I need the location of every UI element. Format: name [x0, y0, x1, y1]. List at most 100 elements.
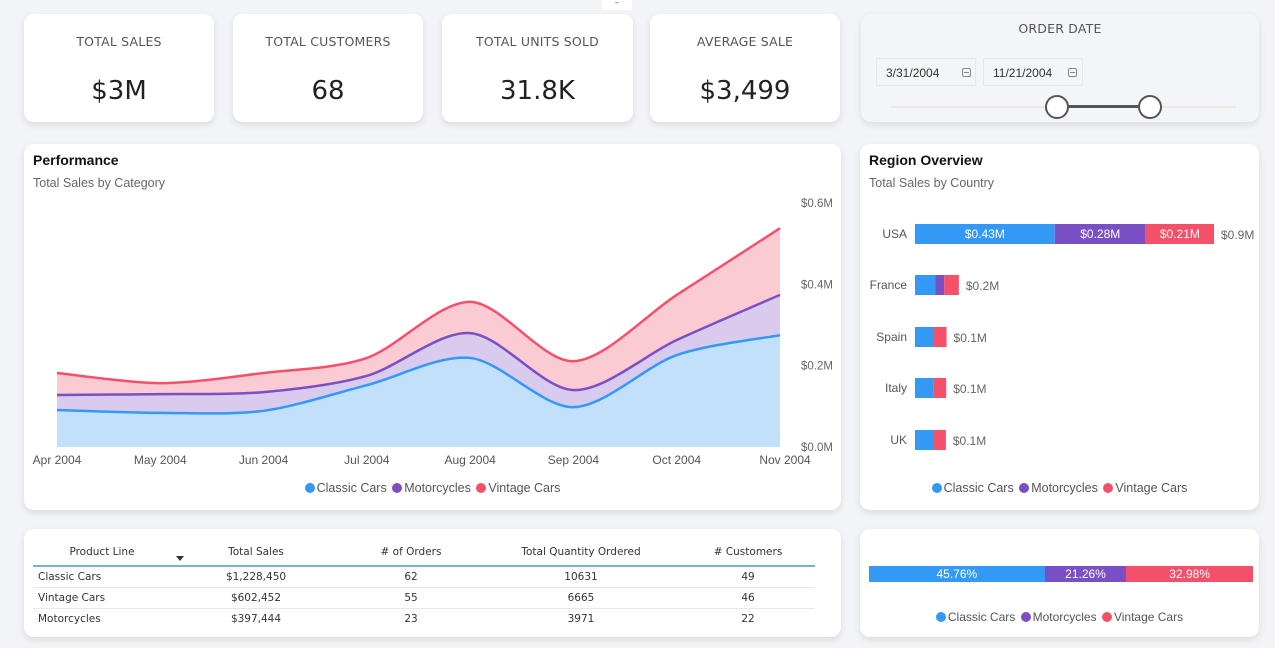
legend-dot-icon [1103, 483, 1114, 493]
bar-segment-vintage-cars[interactable] [933, 430, 946, 450]
legend-item-classic-cars[interactable]: Classic Cars [304, 481, 387, 495]
column-header-orders[interactable]: # of Orders [341, 539, 481, 567]
table-row[interactable]: Vintage Cars $602,452 55 6665 46 [33, 587, 815, 609]
performance-area-chart: $0.0M$0.2M$0.4M$0.6MApr 2004 May 2004 Jun … [33, 198, 833, 467]
calendar-icon[interactable] [1068, 68, 1077, 77]
legend-label: Classic Cars [947, 610, 1016, 624]
bar-data-label: $0.28M [1080, 227, 1120, 241]
bar-segment-classic-cars[interactable] [915, 327, 934, 347]
start-date-value: 3/31/2004 [886, 66, 940, 80]
x-tick-label: May 2004 [134, 453, 187, 467]
performance-card: Performance Total Sales by Category $0.0… [24, 144, 841, 510]
bar-data-label: $0.21M [1160, 227, 1200, 241]
legend-item-motorcycles[interactable]: Motorcycles [392, 481, 471, 495]
cell-total-sales: $397,444 [230, 612, 282, 625]
kpi-card-total-units-sold: TOTAL UNITS SOLD 31.8K [442, 14, 633, 122]
cell-orders: 23 [404, 612, 418, 625]
kpi-card-average-sale: AVERAGE SALE $3,499 [650, 14, 840, 122]
order-date-slicer: ORDER DATE 3/31/2004 11/21/2004 [861, 14, 1259, 122]
cell-orders: 62 [341, 566, 481, 588]
legend-item-vintage-cars[interactable]: Vintage Cars [1101, 610, 1184, 624]
bar-total-label: $0.9M [1221, 228, 1254, 242]
table-row[interactable]: Classic Cars $1,228,450 62 10631 49 [33, 566, 815, 588]
cell-total-sales: $1,228,450 [171, 566, 341, 588]
share-segment-classic-cars[interactable]: 45.76% [869, 566, 1045, 582]
y-tick-label: $0.6M [801, 198, 833, 210]
legend-item-classic-cars[interactable]: Classic Cars [935, 610, 1016, 624]
kpi-value: 31.8K [500, 76, 575, 106]
legend-dot-icon [1020, 612, 1031, 622]
legend-label: Vintage Cars [1113, 610, 1184, 624]
legend-label: Motorcycles [404, 481, 471, 495]
bar-segment-classic-cars[interactable] [915, 430, 934, 450]
x-tick-label: Oct 2004 [652, 453, 701, 467]
kpi-value: $3,499 [699, 76, 791, 106]
legend-item-motorcycles[interactable]: Motorcycles [1020, 610, 1097, 624]
legend-label: Vintage Cars [1115, 481, 1188, 495]
legend-item-classic-cars[interactable]: Classic Cars [931, 481, 1014, 495]
date-slider-start-handle[interactable] [1044, 95, 1069, 119]
x-tick-label: Apr 2004 [33, 453, 82, 467]
y-tick-label: $0.2M [801, 361, 833, 373]
table-header-row: Product Line Total Sales # of Orders Tot… [33, 539, 815, 567]
legend-item-vintage-cars[interactable]: Vintage Cars [476, 481, 560, 495]
category-share-bar: 45.76% 21.26% 32.98% [869, 566, 1253, 582]
product-line-table-card: Product Line Total Sales # of Orders Tot… [24, 529, 841, 637]
cell-product-line: Vintage Cars [33, 587, 171, 609]
bar-total-label: $0.2M [966, 279, 999, 293]
cell-quantity: 6665 [481, 587, 681, 609]
legend-dot-icon [476, 483, 487, 493]
calendar-icon[interactable] [962, 68, 971, 77]
legend-label: Vintage Cars [488, 481, 561, 495]
kpi-title: TOTAL SALES [76, 34, 162, 49]
share-segment-motorcycles[interactable]: 21.26% [1044, 566, 1127, 582]
start-date-input[interactable]: 3/31/2004 [876, 58, 976, 86]
bar-data-label: $0.43M [965, 227, 1005, 241]
collapse-tab[interactable]: – [602, 0, 632, 10]
column-header-customers[interactable]: # Customers [681, 539, 815, 567]
cell-quantity: 10631 [481, 566, 681, 588]
column-header-product-line[interactable]: Product Line [33, 539, 184, 567]
country-label: USA [882, 227, 907, 241]
cell-customers: 22 [741, 612, 755, 625]
legend-label: Motorcycles [1032, 610, 1097, 624]
cell-customers: 46 [681, 587, 815, 609]
bar-total-label: $0.1M [953, 434, 986, 448]
column-header-total-sales[interactable]: Total Sales [171, 539, 341, 567]
x-tick-label: Aug 2004 [444, 453, 496, 467]
legend-dot-icon [935, 612, 946, 622]
end-date-value: 11/21/2004 [993, 66, 1053, 80]
legend-item-motorcycles[interactable]: Motorcycles [1019, 481, 1098, 495]
column-header-total-quantity[interactable]: Total Quantity Ordered [481, 539, 681, 567]
x-tick-label: Sep 2004 [548, 453, 600, 467]
kpi-card-total-sales: TOTAL SALES $3M [24, 14, 214, 122]
date-slider-end-handle[interactable] [1137, 95, 1162, 119]
bar-segment-vintage-cars[interactable] [933, 327, 947, 347]
legend-label: Classic Cars [316, 481, 387, 495]
product-line-table: Product Line Total Sales # of Orders Tot… [33, 539, 815, 629]
legend-dot-icon [304, 483, 315, 493]
performance-legend: Classic Cars Motorcycles Vintage Cars [24, 481, 841, 495]
category-share-card: 45.76% 21.26% 32.98% Classic Cars Motorcyc… [860, 529, 1259, 637]
region-overview-card: Region Overview Total Sales by Country U… [860, 144, 1259, 510]
header-label: Product Line [69, 546, 135, 558]
x-tick-label: Jul 2004 [344, 453, 390, 467]
bar-segment-vintage-cars[interactable] [933, 378, 947, 398]
legend-label: Classic Cars [943, 481, 1014, 495]
cell-orders: 55 [341, 587, 481, 609]
region-legend: Classic Cars Motorcycles Vintage Cars [860, 481, 1259, 495]
bar-segment-motorcycles[interactable] [935, 275, 945, 295]
cell-customers: 49 [681, 566, 815, 588]
bar-segment-vintage-cars[interactable] [944, 275, 959, 295]
bar-total-label: $0.1M [953, 382, 986, 396]
bar-segment-classic-cars[interactable] [915, 275, 936, 295]
bar-segment-classic-cars[interactable] [915, 378, 934, 398]
legend-item-vintage-cars[interactable]: Vintage Cars [1103, 481, 1187, 495]
legend-dot-icon [1101, 612, 1112, 622]
country-label: France [870, 278, 908, 292]
table-row[interactable]: Motorcycles $397,444 23 3971 22 [33, 608, 815, 629]
end-date-input[interactable]: 11/21/2004 [983, 58, 1083, 86]
share-segment-vintage-cars[interactable]: 32.98% [1126, 566, 1253, 582]
country-label: Italy [885, 381, 907, 395]
legend-dot-icon [1019, 483, 1030, 493]
